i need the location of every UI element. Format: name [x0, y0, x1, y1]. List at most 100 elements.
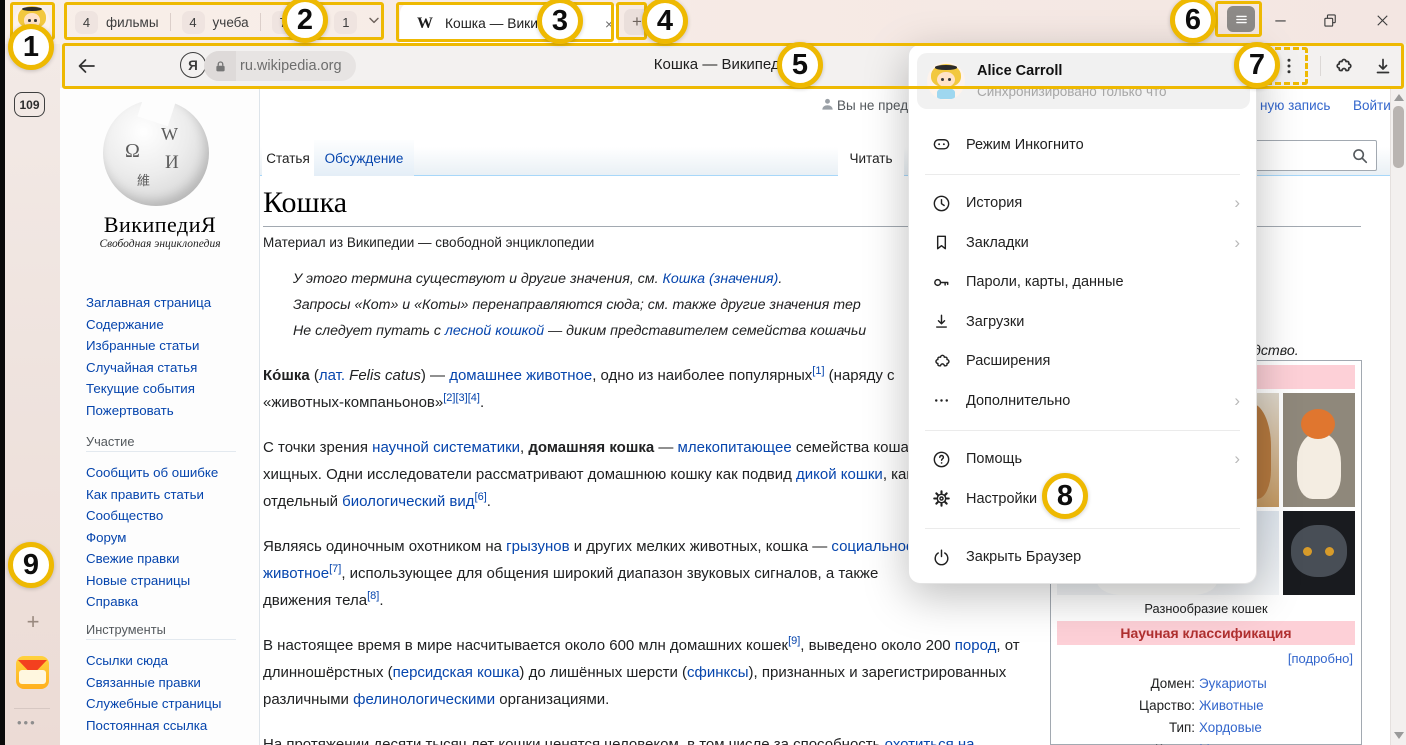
table-row: Царство: Животные: [1051, 695, 1351, 717]
highlight-tab-groups: [64, 2, 384, 40]
tab-counter-badge[interactable]: 109: [14, 92, 45, 117]
cat-photo: [1283, 511, 1355, 595]
paragraph-5: На протяжении десяти тысяч лет кошки цен…: [263, 731, 1041, 745]
help-icon: [931, 449, 952, 470]
tab-read[interactable]: Читать: [838, 140, 904, 176]
menu-item-downloads[interactable]: Загрузки: [909, 302, 1256, 342]
nav-main: Заглавная страница Содержание Избранные …: [86, 292, 211, 421]
not-logged-in-label: Вы не представились системе: [837, 98, 913, 113]
wikipedia-globe-logo[interactable]: Ω W И 維: [103, 100, 209, 206]
close-button[interactable]: [1367, 4, 1397, 36]
highlight-menu-button: [1215, 1, 1262, 37]
nav-link[interactable]: Новые страницы: [86, 570, 218, 592]
menu-item-history[interactable]: История ›: [909, 184, 1256, 224]
wikipedia-tagline: Свободная энциклопедия: [60, 238, 260, 250]
menu-item-help[interactable]: Помощь ›: [909, 440, 1256, 480]
clock-icon: [931, 193, 952, 214]
browser-window: 4 фильмы 4 учеба 7 раб 1 W Кошка — Викип…: [0, 0, 1406, 745]
chevron-right-icon: ›: [1234, 391, 1240, 411]
nav-tools-header: Инструменты: [86, 622, 236, 640]
callout-3: 3: [537, 0, 583, 44]
chevron-right-icon: ›: [1234, 193, 1240, 213]
nav-link[interactable]: Избранные статьи: [86, 335, 211, 357]
chevron-right-icon: ›: [1234, 233, 1240, 253]
rail-divider: [14, 708, 50, 709]
nav-participation-header: Участие: [86, 434, 236, 452]
menu-item-extensions[interactable]: Расширения: [909, 342, 1256, 382]
rail-more-button[interactable]: •••: [17, 715, 37, 730]
nav-link[interactable]: Ссылки сюда: [86, 650, 221, 672]
nav-link[interactable]: Содержание: [86, 314, 211, 336]
scroll-up-arrow[interactable]: [1394, 94, 1404, 101]
nav-link[interactable]: Текущие события: [86, 378, 211, 400]
scroll-down-arrow[interactable]: [1394, 732, 1404, 739]
paragraph-4: В настоящее время в мире насчитывается о…: [263, 632, 1041, 713]
bookmark-icon: [931, 232, 952, 253]
callout-7: 7: [1234, 42, 1280, 88]
menu-item-more[interactable]: Дополнительно ›: [909, 381, 1256, 421]
menu-item-incognito[interactable]: Режим Инкогнито: [909, 125, 1256, 165]
hatnote-tail-fragment: дство.: [1253, 343, 1299, 359]
table-row: Класс: Млекопитающие: [1051, 739, 1351, 745]
callout-8: 8: [1042, 473, 1088, 519]
rail-add-button[interactable]: +: [21, 609, 45, 635]
taxon-link[interactable]: Хордовые: [1199, 717, 1262, 739]
taxon-link[interactable]: Эукариоты: [1199, 673, 1267, 695]
cat-photo: [1283, 393, 1355, 507]
tab-talk[interactable]: Обсуждение: [314, 140, 414, 176]
nav-link[interactable]: Как править статьи: [86, 484, 218, 506]
gear-icon: [931, 488, 952, 509]
nav-tools: Ссылки сюда Связанные правки Служебные с…: [86, 650, 221, 736]
nav-link[interactable]: Постоянная ссылка: [86, 715, 221, 737]
callout-4: 4: [642, 0, 688, 44]
nav-link[interactable]: Связанные правки: [86, 672, 221, 694]
ellipsis-icon: [931, 390, 952, 411]
callout-5: 5: [777, 42, 823, 88]
sidebar-rail: 109 + •••: [5, 44, 60, 745]
taxon-link[interactable]: Животные: [1199, 695, 1264, 717]
classification-header: Научная классификация: [1057, 621, 1355, 645]
menu-separator: [925, 528, 1240, 529]
minimize-button[interactable]: [1265, 4, 1295, 36]
nav-link[interactable]: Форум: [86, 527, 218, 549]
details-link[interactable]: [подробно]: [1288, 651, 1353, 666]
page-scrollbar[interactable]: [1390, 88, 1406, 745]
callout-1: 1: [8, 24, 54, 70]
tab-article[interactable]: Статья: [262, 140, 314, 176]
nav-link[interactable]: Справка: [86, 591, 218, 613]
menu-item-passwords[interactable]: Пароли, карты, данные: [909, 263, 1256, 303]
key-icon: [931, 272, 952, 293]
highlight-address-bar: [62, 43, 1404, 89]
nav-participation: Сообщить об ошибке Как править статьи Со…: [86, 462, 218, 613]
nav-link[interactable]: Заглавная страница: [86, 292, 211, 314]
nav-link[interactable]: Пожертвовать: [86, 400, 211, 422]
nav-link[interactable]: Сообщить об ошибке: [86, 462, 218, 484]
menu-separator: [925, 430, 1240, 431]
incognito-mask-icon: [931, 134, 952, 155]
create-account-link-fragment[interactable]: ную запись: [1260, 98, 1330, 113]
search-icon[interactable]: [1351, 147, 1369, 165]
wiki-sidebar: Ω W И 維 ВикипедиЯ Свободная энциклопедия…: [60, 88, 260, 745]
login-link[interactable]: Войти: [1353, 98, 1390, 113]
nav-link[interactable]: Свежие правки: [86, 548, 218, 570]
user-icon: [820, 97, 835, 117]
classification-rows: Домен: Эукариоты Царство: Животные Тип: …: [1051, 673, 1351, 745]
power-icon: [931, 547, 952, 568]
nav-link[interactable]: Сообщество: [86, 505, 218, 527]
yandex-mail-icon[interactable]: [16, 656, 49, 689]
table-row: Тип: Хордовые: [1051, 717, 1351, 739]
restore-button[interactable]: [1315, 4, 1345, 36]
nav-link[interactable]: Служебные страницы: [86, 693, 221, 715]
callout-9: 9: [8, 542, 54, 588]
nav-link[interactable]: Случайная статья: [86, 357, 211, 379]
download-icon: [931, 311, 952, 332]
menu-item-quit[interactable]: Закрыть Браузер: [909, 538, 1256, 578]
menu-separator: [925, 174, 1240, 175]
scroll-thumb[interactable]: [1393, 106, 1404, 168]
collage-caption: Разнообразие кошек: [1057, 601, 1355, 616]
wikipedia-wordmark[interactable]: ВикипедиЯ: [60, 212, 260, 238]
taxon-link[interactable]: Млекопитающие: [1199, 739, 1303, 745]
menu-item-bookmarks[interactable]: Закладки ›: [909, 223, 1256, 263]
table-row: Домен: Эукариоты: [1051, 673, 1351, 695]
chevron-right-icon: ›: [1234, 449, 1240, 469]
